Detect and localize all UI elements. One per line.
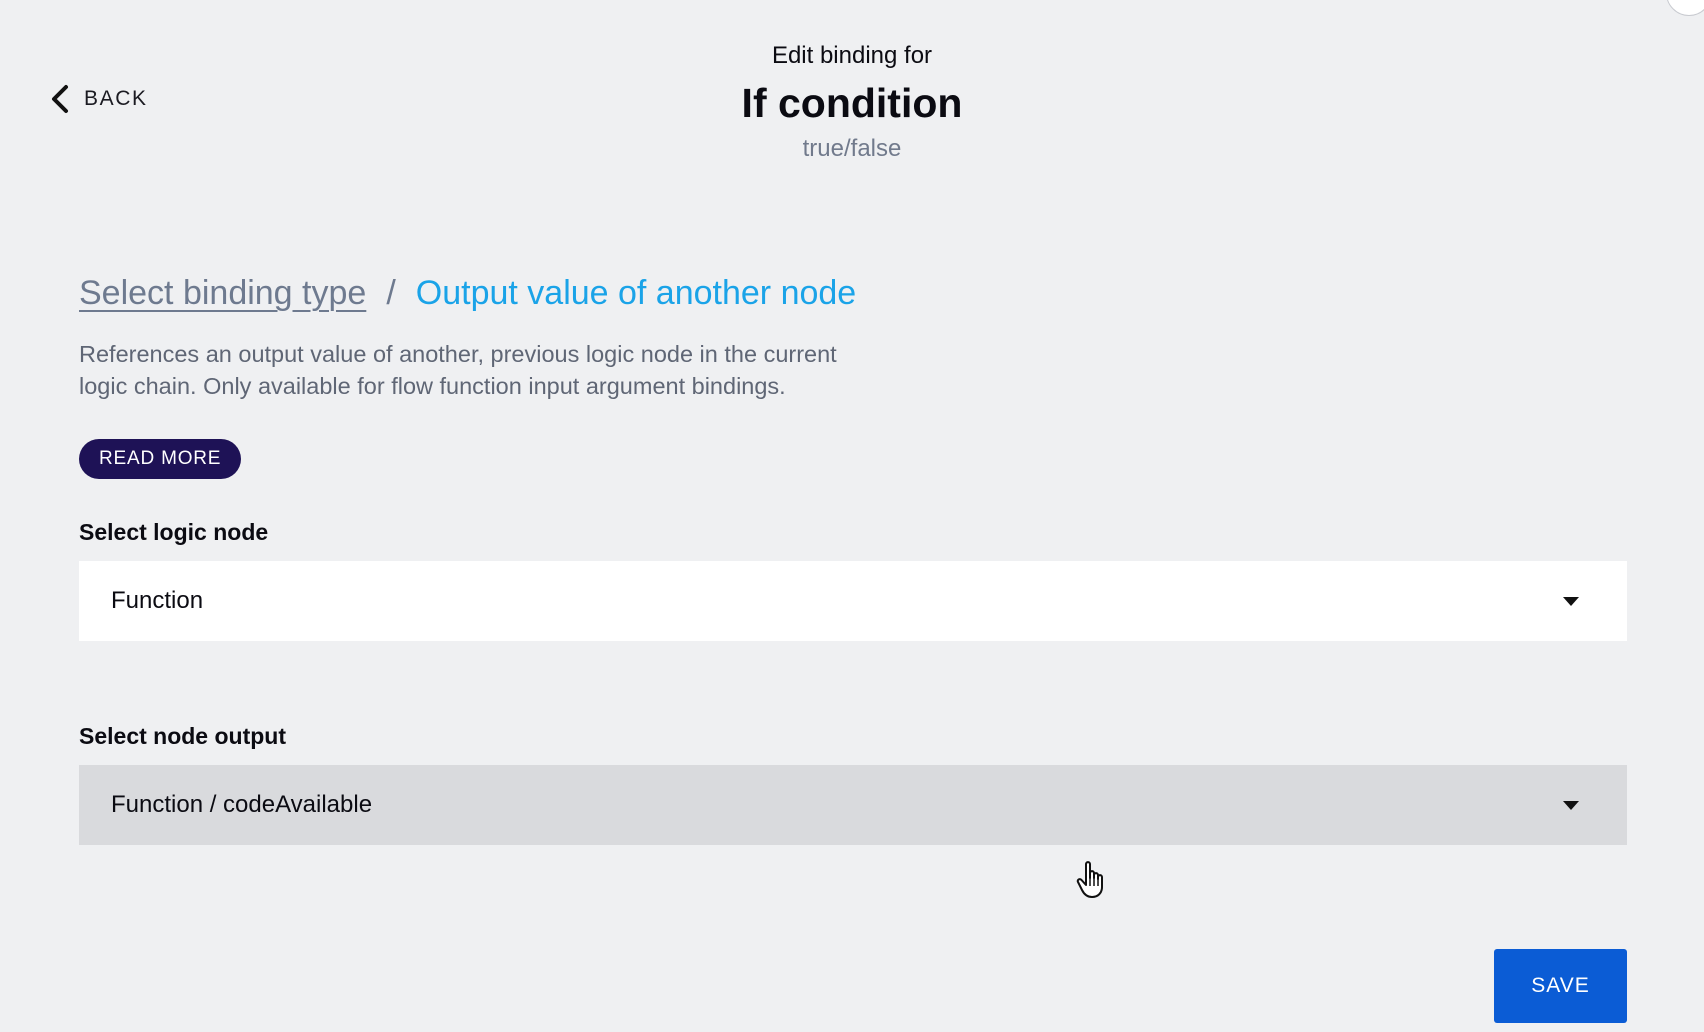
corner-close-icon[interactable] (1666, 0, 1704, 16)
breadcrumb-separator: / (386, 274, 396, 312)
save-button[interactable]: SAVE (1494, 949, 1627, 1023)
hand-pointer-icon (1076, 860, 1110, 905)
read-more-button[interactable]: READ MORE (79, 439, 242, 479)
logic-node-select[interactable]: Function (79, 561, 1627, 641)
binding-description: References an output value of another, p… (79, 341, 837, 399)
page-title: If condition (741, 80, 963, 126)
caret-down-icon (1563, 800, 1579, 810)
header-eyebrow: Edit binding for (771, 42, 933, 69)
logic-node-label: Select logic node (79, 519, 269, 545)
breadcrumb-current: Output value of another node (415, 274, 857, 312)
node-output-label: Select node output (79, 723, 286, 749)
caret-down-icon (1563, 596, 1579, 606)
page-header: Edit binding for If condition true/false (0, 40, 1704, 166)
node-output-select[interactable]: Function / codeAvailable (79, 765, 1627, 845)
breadcrumb-select-binding-type[interactable]: Select binding type (79, 270, 366, 316)
logic-node-value: Function (111, 587, 204, 614)
edit-binding-page: BACK Edit binding for If condition true/… (0, 0, 1704, 1032)
breadcrumb: Select binding type / Output value of an… (79, 270, 1627, 316)
page-subtitle: true/false (802, 135, 902, 162)
binding-content: Select binding type / Output value of an… (79, 270, 1627, 845)
node-output-value: Function / codeAvailable (111, 791, 373, 818)
